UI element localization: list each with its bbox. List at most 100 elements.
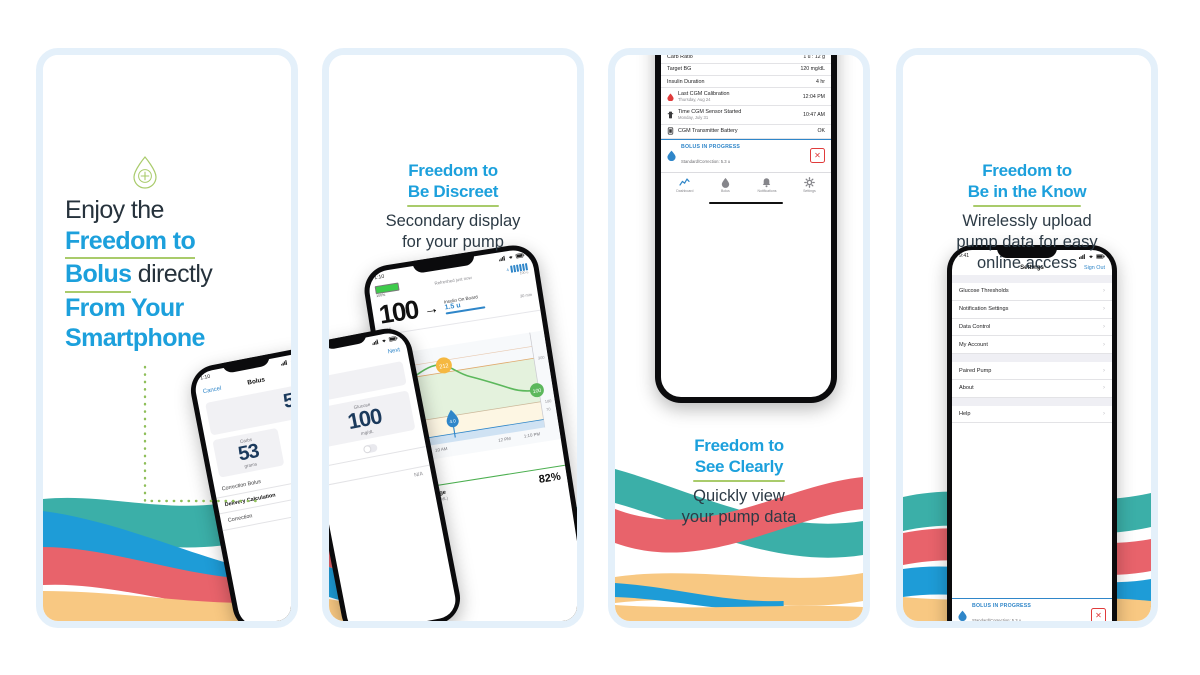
subheading-line-1: Wirelessly upload (962, 211, 1092, 230)
subheading-line-1: Quickly view (693, 486, 785, 505)
heading-line-5: Smartphone (65, 324, 205, 352)
settings-label: About (959, 385, 974, 392)
pump-label: Insulin Duration (667, 78, 705, 85)
pump-battery: 100% (374, 282, 401, 299)
droplet-icon (721, 177, 730, 188)
pump-label: CGM Transmitter Battery (678, 128, 738, 135)
chevron-right-icon: › (1103, 323, 1105, 330)
trend-arrow-icon: → (422, 299, 441, 319)
panel-bolus-heading: Enjoy the Freedom to Bolus directly From… (65, 195, 291, 354)
settings-label: My Account (959, 341, 988, 348)
pump-sub: Thursday, Aug 24 (678, 96, 711, 102)
panel-see-clearly-heading: Freedom to See Clearly Quickly view your… (615, 435, 863, 528)
pump-row-last-cgm-calibration[interactable]: Last CGM Calibration Thursday, Aug 24 12… (661, 88, 831, 107)
panel-see-clearly: Freedom to See Clearly Quickly view your… (608, 48, 870, 628)
droplet-icon (667, 150, 676, 162)
cartridge-indicator: 4 100 u (505, 262, 529, 277)
phone-pump-data: P Profile 12:00 PM – 10:00 PM Carbohydra… (655, 55, 837, 403)
subheading-line-2: pump data for easy (956, 232, 1098, 251)
status-time: 1:10 (373, 273, 385, 282)
pump-value: 12:04 PM (802, 93, 825, 100)
glucose-value: 100 (376, 294, 420, 330)
pump-battery-icon (374, 282, 400, 295)
subheading-line-2: for your pump (402, 232, 504, 251)
pump-row-insulin-duration[interactable]: Insulin Duration 4 hr (661, 76, 831, 89)
bell-icon (763, 177, 771, 187)
wifi-icon (290, 359, 291, 363)
status-icons (280, 356, 291, 366)
chevron-right-icon: › (1103, 385, 1105, 392)
wifi-icon (508, 255, 513, 259)
settings-item-paired-pump[interactable]: Paired Pump › (952, 362, 1112, 380)
pump-value: 10:47 AM (803, 111, 825, 118)
pump-row-time-cgm-sensor-started[interactable]: Time CGM Sensor Started Monday, July 31 … (661, 106, 831, 125)
chevron-right-icon: › (1103, 306, 1105, 313)
heading-line-4: From Your (65, 293, 184, 322)
cartridge-units: 100 u (519, 269, 529, 275)
bolus-in-progress-banner[interactable]: BOLUS IN PROGRESS Standard/Correction: 5… (952, 598, 1112, 621)
settings-label: Notification Settings (959, 306, 1009, 313)
pump-battery-percent: 100% (375, 292, 386, 299)
next-button[interactable]: Next (387, 347, 400, 355)
heading-line-3: Bolus (65, 259, 132, 293)
settings-item-about[interactable]: About › (952, 379, 1112, 398)
settings-item-notification-settings[interactable]: Notification Settings › (952, 300, 1112, 319)
bolus-banner-title: BOLUS IN PROGRESS (681, 143, 741, 150)
tab-dashboard[interactable]: Dashboard (676, 177, 694, 194)
droplet-plus-icon (133, 156, 157, 189)
settings-item-my-account[interactable]: My Account › (952, 336, 1112, 355)
pump-value: 120 mg/dL (800, 66, 825, 73)
app-store-screenshot-gallery: Enjoy the Freedom to Bolus directly From… (0, 0, 1200, 675)
glucose-toggle[interactable] (362, 443, 378, 454)
signal-icon (280, 359, 288, 366)
iob-time: 30 min (519, 291, 533, 299)
chevron-right-icon: › (1103, 341, 1105, 348)
phone-settings: 9:41 Settings Sign Out Glucose Threshold… (947, 245, 1117, 621)
heading-line-2: Be in the Know (967, 182, 1087, 202)
heading-line-1: Enjoy the (65, 196, 164, 224)
pump-label: Carb Ratio (667, 55, 693, 61)
settings-label: Glucose Thresholds (959, 288, 1009, 295)
battery-icon (667, 127, 674, 135)
pump-sub: Monday, July 31 (678, 114, 709, 120)
tir-value: 82% (537, 470, 562, 486)
heading-line-3-suffix: directly (131, 260, 213, 288)
insulin-on-board: Insulin On Board 1.5 u 30 min (443, 286, 532, 315)
heading-line-2: See Clearly (694, 457, 784, 477)
panel-discreet: Freedom to Be Discreet Secondary display… (322, 48, 584, 628)
settings-label: Help (959, 411, 971, 418)
pump-value: 1 u : 12 g (803, 55, 825, 61)
settings-item-help[interactable]: Help › (952, 405, 1112, 424)
panel-discreet-heading: Freedom to Be Discreet Secondary display… (329, 160, 577, 253)
heading-line-1: Freedom to (408, 161, 498, 180)
settings-label: Data Control (959, 323, 991, 330)
blood-drop-icon (667, 93, 674, 101)
settings-item-glucose-thresholds[interactable]: Glucose Thresholds › (952, 283, 1112, 301)
tab-label: Notifications (757, 189, 777, 194)
panel-in-the-know-heading: Freedom to Be in the Know Wirelessly upl… (903, 160, 1151, 275)
pump-row-target-bg[interactable]: Target BG 120 mg/dL (661, 64, 831, 76)
cancel-bolus-button[interactable]: ✕ (1091, 607, 1106, 621)
bolus-banner-sub: Standard/Correction: 5.3 u (972, 618, 1022, 621)
cancel-bolus-button[interactable]: ✕ (810, 148, 825, 164)
heading-line-2: Freedom to (65, 226, 196, 259)
tab-notifications[interactable]: Notifications (757, 177, 777, 194)
tab-settings[interactable]: Settings (803, 176, 816, 193)
chart-bolus-label: 4.0 (449, 418, 457, 424)
tab-label: Dashboard (676, 189, 694, 194)
tab-bolus[interactable]: Bolus (720, 177, 731, 193)
panel-bolus: Enjoy the Freedom to Bolus directly From… (36, 48, 298, 628)
settings-item-data-control[interactable]: Data Control › (952, 318, 1112, 337)
gear-icon (804, 176, 815, 188)
chevron-right-icon: › (1103, 367, 1105, 374)
cartridge-count: 4 (505, 266, 509, 272)
bolus-in-progress-banner[interactable]: BOLUS IN PROGRESS Standard/Correction: 5… (661, 138, 831, 173)
pump-value: 4 hr (816, 78, 825, 85)
pump-row-cgm-transmitter-battery[interactable]: CGM Transmitter Battery OK (661, 125, 831, 139)
home-indicator (661, 199, 831, 208)
settings-label: Paired Pump (959, 367, 992, 374)
chevron-right-icon: › (1103, 411, 1105, 418)
pump-row-carb-ratio[interactable]: Carb Ratio 1 u : 12 g (661, 55, 831, 64)
tab-bar: Dashboard Bolus Notifications Settings (661, 172, 831, 200)
battery-icon (388, 335, 398, 342)
